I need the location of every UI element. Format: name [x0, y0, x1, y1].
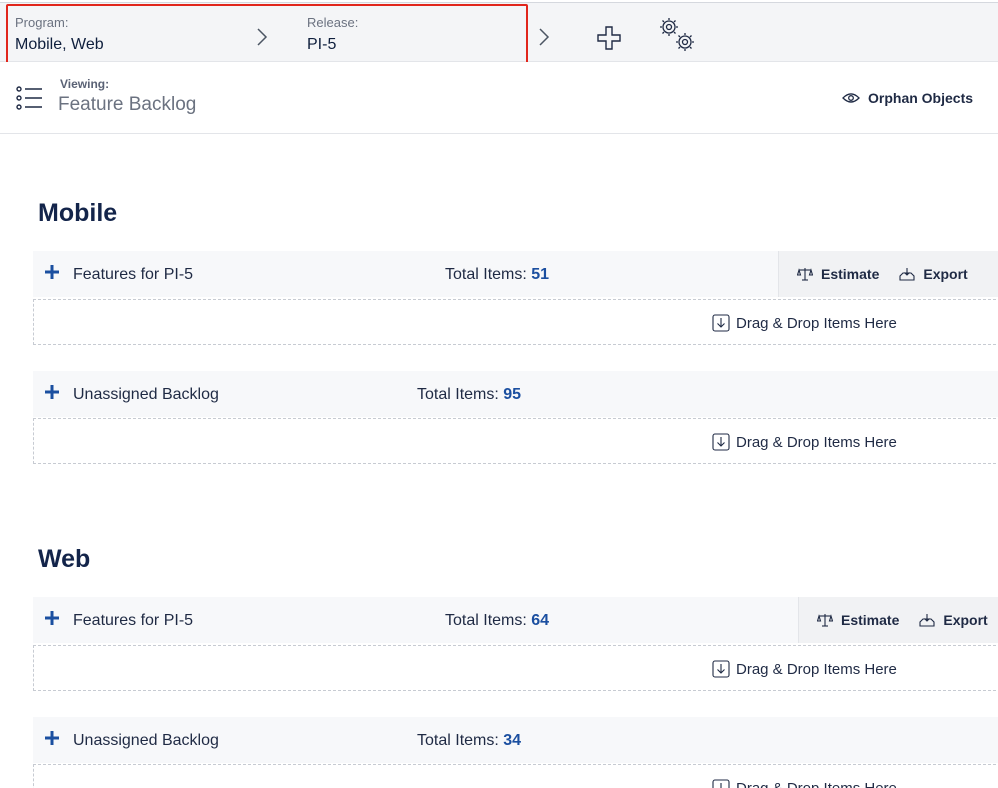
total-items-count: 64 — [531, 612, 550, 629]
total-items-label: Total Items: — [445, 612, 527, 629]
export-tray-icon — [899, 268, 915, 281]
group-title: Unassigned Backlog — [73, 386, 219, 403]
drop-zone-label: Drag & Drop Items Here — [736, 433, 897, 451]
export-tray-icon — [919, 614, 935, 627]
settings-gears-icon[interactable] — [656, 15, 700, 55]
total-items-count: 95 — [503, 386, 522, 403]
estimate-button[interactable]: Estimate — [797, 266, 879, 282]
drop-in-icon — [712, 779, 730, 788]
drop-zone[interactable]: Drag & Drop Items Here — [33, 299, 998, 345]
orphan-objects-button[interactable]: Orphan Objects — [842, 90, 973, 106]
group-title: Unassigned Backlog — [73, 732, 219, 749]
total-items: Total Items: 95 — [417, 386, 521, 404]
export-button[interactable]: Export — [899, 266, 968, 282]
group-actions: Estimate Export — [798, 597, 998, 643]
drop-zone[interactable]: Drag & Drop Items Here — [33, 418, 998, 464]
group-header-unassigned: Unassigned Backlog Total Items: 34 — [33, 717, 998, 763]
list-view-icon[interactable] — [16, 86, 44, 110]
drop-zone-hint: Drag & Drop Items Here — [712, 779, 897, 788]
drop-zone[interactable]: Drag & Drop Items Here — [33, 645, 998, 691]
drop-in-icon — [712, 433, 730, 451]
drop-zone[interactable]: Drag & Drop Items Here — [33, 764, 998, 788]
group-header-features: Features for PI-5 Total Items: 51 Estima… — [33, 251, 998, 297]
drop-zone-hint: Drag & Drop Items Here — [712, 660, 897, 678]
group-title: Features for PI-5 — [73, 266, 194, 283]
viewing-value[interactable]: Feature Backlog — [58, 94, 196, 116]
total-items: Total Items: 51 — [445, 266, 549, 284]
view-header: Viewing: Feature Backlog Orphan Objects — [0, 62, 998, 134]
section-title-mobile: Mobile — [38, 199, 118, 227]
group-actions: Estimate Export — [778, 251, 998, 297]
export-label: Export — [943, 612, 988, 628]
expand-plus-icon[interactable] — [45, 611, 59, 625]
total-items: Total Items: 64 — [445, 612, 549, 630]
selection-highlight — [6, 4, 528, 68]
eye-icon — [842, 93, 860, 103]
total-items-label: Total Items: — [417, 732, 499, 749]
section-title-web: Web — [38, 545, 91, 573]
drop-zone-label: Drag & Drop Items Here — [736, 779, 897, 788]
group-header-features: Features for PI-5 Total Items: 64 Estima… — [33, 597, 998, 643]
estimate-button[interactable]: Estimate — [817, 612, 899, 628]
viewing-label: Viewing: — [60, 77, 110, 91]
total-items-count: 51 — [531, 266, 550, 283]
estimate-label: Estimate — [841, 612, 900, 628]
total-items-label: Total Items: — [417, 386, 499, 403]
drop-in-icon — [712, 660, 730, 678]
total-items: Total Items: 34 — [417, 732, 521, 750]
drop-zone-label: Drag & Drop Items Here — [736, 314, 897, 332]
export-label: Export — [923, 266, 968, 282]
expand-plus-icon[interactable] — [45, 265, 59, 279]
drop-zone-hint: Drag & Drop Items Here — [712, 433, 897, 451]
orphan-objects-label: Orphan Objects — [868, 90, 974, 106]
drop-zone-label: Drag & Drop Items Here — [736, 660, 897, 678]
scale-icon — [817, 614, 833, 627]
group-title: Features for PI-5 — [73, 612, 194, 629]
expand-plus-icon[interactable] — [45, 385, 59, 399]
export-button[interactable]: Export — [919, 612, 988, 628]
group-header-unassigned: Unassigned Backlog Total Items: 95 — [33, 371, 998, 417]
chevron-right-icon[interactable] — [538, 27, 550, 47]
scale-icon — [797, 268, 813, 281]
expand-plus-icon[interactable] — [45, 731, 59, 745]
add-plus-icon[interactable] — [596, 25, 622, 51]
drop-in-icon — [712, 314, 730, 332]
total-items-count: 34 — [503, 732, 522, 749]
total-items-label: Total Items: — [445, 266, 527, 283]
drop-zone-hint: Drag & Drop Items Here — [712, 314, 897, 332]
estimate-label: Estimate — [821, 266, 880, 282]
